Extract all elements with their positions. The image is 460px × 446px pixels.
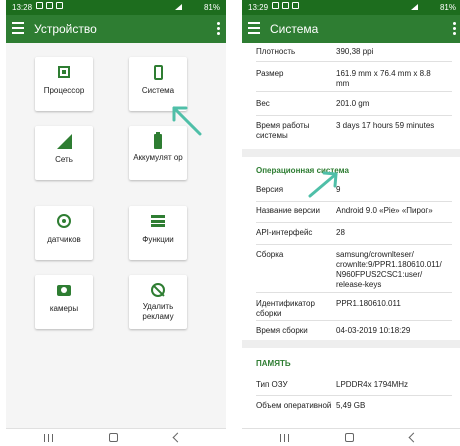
info-key: Вес <box>256 99 270 108</box>
tile-processor[interactable]: Процессор <box>35 57 93 111</box>
status-time: 13:29 <box>248 3 269 12</box>
phone-screen-system: 13:29 81% Система Плотность 390,38 ppi Р… <box>242 0 460 446</box>
tile-label: Функции <box>142 235 174 244</box>
info-value: 9 <box>336 185 341 194</box>
status-bar: 13:29 81% <box>242 0 460 15</box>
phone-icon <box>153 64 163 80</box>
section-gap <box>242 149 460 157</box>
list-icon <box>151 215 165 227</box>
divider <box>256 244 452 245</box>
annotation-arrow <box>308 171 338 198</box>
more-options-icon[interactable] <box>217 22 220 35</box>
info-value: 390,38 ppi <box>336 47 374 56</box>
recents-icon[interactable] <box>280 434 289 442</box>
notification-icon <box>46 2 53 9</box>
tile-cameras[interactable]: камеры <box>35 275 93 329</box>
signal-icon <box>56 133 72 149</box>
signal-status-icon <box>175 4 182 10</box>
notification-icon <box>56 2 63 9</box>
battery-status: 81% <box>203 3 220 12</box>
divider <box>256 201 452 202</box>
divider <box>256 222 452 223</box>
no-ads-icon <box>151 283 165 297</box>
battery-status: 81% <box>439 3 456 12</box>
info-key: Идентификатор сборки <box>256 299 315 318</box>
divider <box>256 91 452 92</box>
status-time: 13:28 <box>12 3 33 12</box>
section-title-memory: ПАМЯТЬ <box>256 359 291 368</box>
phone-screen-device: 13:28 81% Устройство Процессор Система С… <box>6 0 226 446</box>
notification-icons <box>272 2 302 9</box>
system-nav-bar <box>242 428 460 446</box>
tile-label: Система <box>141 86 175 95</box>
divider <box>256 395 452 396</box>
divider <box>256 115 452 116</box>
sensor-icon <box>57 214 71 228</box>
cpu-icon <box>58 66 70 78</box>
tile-label: датчиков <box>47 235 81 244</box>
info-value: samsung/crownlteser/ crownlte:9/PPR1.180… <box>336 250 442 289</box>
notification-icons <box>36 2 66 9</box>
tile-remove-ads[interactable]: Удалить рекламу <box>129 275 187 329</box>
system-nav-bar <box>6 428 226 446</box>
notification-icon <box>292 2 299 9</box>
menu-icon[interactable] <box>12 22 24 34</box>
tile-label: Сеть <box>55 155 73 164</box>
tile-label: Удалить рекламу <box>142 302 174 321</box>
status-bar: 13:28 81% <box>6 0 226 15</box>
info-key: Название версии <box>256 206 320 215</box>
tile-sensors[interactable]: датчиков <box>35 206 93 260</box>
info-key: Сборка <box>256 250 284 259</box>
info-value: 5,49 GB <box>336 401 366 410</box>
notification-icon <box>272 2 279 9</box>
tile-network[interactable]: Сеть <box>35 126 93 180</box>
info-key: Тип ОЗУ <box>256 380 288 389</box>
info-value: LPDDR4x 1794MHz <box>336 380 409 389</box>
notification-icon <box>36 2 43 9</box>
system-info-list[interactable]: Плотность 390,38 ppi Размер 161.9 mm x 7… <box>242 43 460 428</box>
info-key: Размер <box>256 69 284 78</box>
menu-icon[interactable] <box>248 22 260 34</box>
info-value: 3 days 17 hours 59 minutes <box>336 121 435 130</box>
section-gap <box>242 340 460 348</box>
info-key: Время работы системы <box>256 121 310 140</box>
tile-label: Аккумулят ор <box>133 153 183 162</box>
back-icon[interactable] <box>172 432 183 443</box>
app-bar: Система <box>242 15 460 43</box>
info-value: 201.0 gm <box>336 99 370 108</box>
info-key: Время сборки <box>256 326 308 335</box>
camera-icon <box>57 284 71 296</box>
tile-label: Процессор <box>43 86 85 95</box>
signal-status-icon <box>411 4 418 10</box>
divider <box>256 292 452 293</box>
annotation-arrow <box>172 106 202 136</box>
app-bar: Устройство <box>6 15 226 43</box>
home-icon[interactable] <box>345 433 354 442</box>
info-value: PPR1.180610.011 <box>336 299 401 308</box>
page-title: Устройство <box>34 22 97 36</box>
info-key: Плотность <box>256 47 296 56</box>
tile-label: камеры <box>49 304 79 313</box>
notification-icon <box>282 2 289 9</box>
info-key: API-интерфейс <box>256 228 313 237</box>
info-value: 28 <box>336 228 345 237</box>
back-icon[interactable] <box>408 432 419 443</box>
info-value: 04-03-2019 10:18:29 <box>336 326 411 335</box>
divider <box>256 320 452 321</box>
recents-icon[interactable] <box>44 434 53 442</box>
more-options-icon[interactable] <box>453 22 456 35</box>
home-icon[interactable] <box>109 433 118 442</box>
page-title: Система <box>270 22 319 36</box>
divider <box>256 61 452 62</box>
info-value: Android 9.0 «Pie» «Пирог» <box>336 206 433 215</box>
battery-icon <box>154 131 162 149</box>
info-value: 161.9 mm x 76.4 mm x 8.8 mm <box>336 69 431 88</box>
info-key: Объем оперативной <box>256 401 332 410</box>
tile-features[interactable]: Функции <box>129 206 187 260</box>
